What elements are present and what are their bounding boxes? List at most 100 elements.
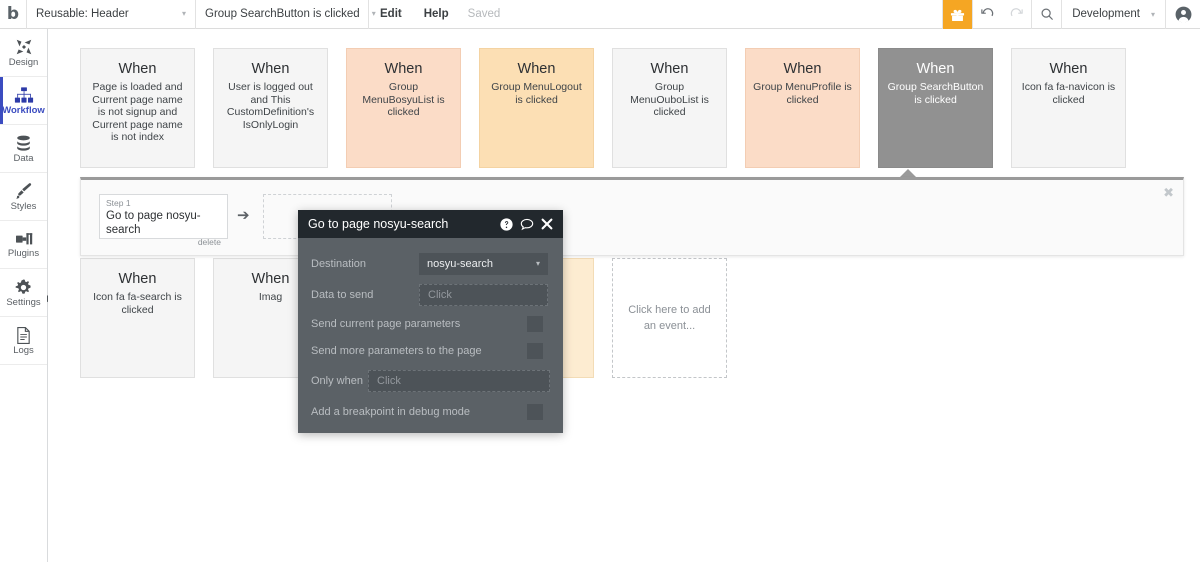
sidebar-item-label: Logs (13, 344, 34, 356)
redo-icon[interactable] (1002, 0, 1031, 29)
action-properties-modal: Go to page nosyu-search Destination nosy… (298, 210, 563, 433)
breakpoint-row: Add a breakpoint in debug mode (311, 398, 550, 425)
event-card-title: When (118, 61, 157, 77)
event-card-selected[interactable]: When Group SearchButton is clicked (878, 48, 993, 168)
send-current-params-label: Send current page parameters (311, 317, 461, 330)
event-card-title: When (251, 61, 290, 77)
sidebar-item-design[interactable]: Design (0, 29, 47, 77)
chevron-down-icon: ▾ (181, 9, 186, 18)
event-card-title: When (916, 61, 955, 77)
close-icon[interactable] (541, 218, 553, 230)
sidebar-item-label: Data (13, 152, 34, 164)
event-card-title: When (118, 271, 157, 287)
sidebar-item-label: Workflow (2, 104, 45, 116)
sidebar-item-data[interactable]: Data (0, 125, 47, 173)
send-current-params-row: Send current page parameters (311, 310, 550, 337)
modal-body: Destination nosyu-search ▾ Data to send … (298, 238, 563, 425)
design-icon (14, 37, 34, 57)
send-current-params-checkbox[interactable] (527, 315, 543, 332)
modal-title: Go to page nosyu-search (308, 217, 449, 231)
send-more-params-checkbox[interactable] (527, 342, 543, 359)
destination-row: Destination nosyu-search ▾ (311, 248, 550, 279)
comment-icon[interactable] (520, 218, 534, 231)
destination-value: nosyu-search (427, 257, 494, 270)
plugins-icon (14, 230, 34, 248)
avatar[interactable] (1166, 0, 1200, 29)
page-selector-label: Reusable: Header (36, 8, 129, 20)
sidebar-item-settings[interactable]: Settings (0, 269, 47, 317)
add-event-label: Click here to add an event... (628, 304, 711, 332)
send-more-params-label: Send more parameters to the page (311, 344, 482, 357)
event-card-title: When (251, 271, 290, 287)
sidebar-item-plugins[interactable]: Plugins (0, 221, 47, 269)
page-selector-dropdown[interactable]: Reusable: Header ▾ (27, 0, 195, 29)
event-card[interactable]: When User is logged out and This CustomD… (213, 48, 328, 168)
sidebar-item-label: Design (8, 57, 39, 69)
undo-icon[interactable] (973, 0, 1002, 29)
step-number: Step 1 (106, 198, 131, 208)
event-card[interactable]: When Page is loaded and Current page nam… (80, 48, 195, 168)
event-card[interactable]: When Group MenuBosyuList is clicked (346, 48, 461, 168)
breakpoint-checkbox[interactable] (527, 403, 543, 420)
sidebar-item-logs[interactable]: Logs (0, 317, 47, 365)
event-card-title: When (650, 61, 689, 77)
event-card-subtitle: Icon fa fa-navicon is clicked (1021, 81, 1116, 106)
event-card-subtitle: User is logged out and This CustomDefini… (226, 81, 315, 131)
event-card-subtitle: Page is loaded and Current page name is … (92, 81, 183, 144)
destination-select[interactable]: nosyu-search ▾ (419, 252, 548, 275)
help-icon[interactable] (500, 217, 513, 231)
send-more-params-row: Send more parameters to the page (311, 337, 550, 364)
event-card-subtitle: Group MenuOuboList is clicked (630, 81, 709, 119)
edit-menu-button[interactable]: Edit (369, 0, 413, 29)
event-card-subtitle: Group MenuBosyuList is clicked (362, 81, 445, 119)
event-card[interactable]: When Icon fa fa-navicon is clicked (1011, 48, 1126, 168)
event-card-title: When (384, 61, 423, 77)
workflow-selector-dropdown[interactable]: Group SearchButton is clicked ▾ (196, 0, 376, 29)
event-card-title: When (1049, 61, 1088, 77)
chevron-down-icon: ▾ (1150, 9, 1155, 19)
arrow-right-icon: ➔ (237, 207, 250, 224)
sidebar-item-label: Settings (6, 296, 41, 308)
event-card-subtitle: Group SearchButton is clicked (887, 81, 984, 106)
bubble-logo[interactable]: b (0, 0, 26, 29)
top-bar: b Reusable: Header ▾ Group SearchButton … (0, 0, 1200, 29)
breakpoint-label: Add a breakpoint in debug mode (311, 405, 471, 418)
event-row-top: When Page is loaded and Current page nam… (80, 48, 1144, 168)
workflow-step-card[interactable]: Step 1 Go to page nosyu-search delete (99, 194, 228, 247)
styles-icon (14, 181, 34, 201)
left-sidebar: Design Workflow Data Styles Plugins Sett… (0, 29, 54, 562)
only-when-input[interactable]: Click (368, 370, 550, 392)
data-to-send-label: Data to send (311, 288, 374, 301)
environment-label: Development (1072, 8, 1140, 20)
event-card[interactable]: When Group MenuOuboList is clicked (612, 48, 727, 168)
save-status-label: Saved (467, 8, 501, 20)
sidebar-item-styles[interactable]: Styles (0, 173, 47, 221)
close-icon[interactable]: ✖ (1163, 186, 1174, 199)
add-event-placeholder[interactable]: Click here to add an event... (612, 258, 727, 378)
step-title: Go to page nosyu-search (106, 210, 201, 236)
chevron-down-icon: ▾ (535, 259, 540, 268)
workflow-selector-label: Group SearchButton is clicked (205, 8, 360, 20)
sidebar-item-label: Styles (10, 201, 37, 213)
environment-selector[interactable]: Development ▾ (1062, 0, 1165, 29)
sidebar-item-label: Plugins (7, 248, 40, 260)
data-icon (14, 134, 33, 153)
only-when-row: Only when Click (311, 364, 550, 398)
panel-pointer-triangle (900, 169, 916, 177)
event-card[interactable]: When Group MenuLogout is clicked (479, 48, 594, 168)
gift-icon[interactable] (943, 0, 973, 29)
data-to-send-input[interactable]: Click (419, 283, 548, 306)
sidebar-item-workflow[interactable]: Workflow (0, 77, 47, 125)
workflow-steps-panel: ✖ Step 1 Go to page nosyu-search delete … (80, 177, 1184, 256)
search-icon[interactable] (1032, 0, 1061, 29)
event-card-subtitle: Imag (258, 291, 283, 303)
event-card[interactable]: When Group MenuProfile is clicked (745, 48, 860, 168)
only-when-label: Only when (311, 375, 363, 387)
data-to-send-row: Data to send Click (311, 279, 550, 310)
workflow-canvas: When Page is loaded and Current page nam… (48, 29, 1200, 562)
event-card-title: When (783, 61, 822, 77)
help-menu-button[interactable]: Help (413, 0, 460, 29)
event-card-title: When (517, 61, 556, 77)
event-card[interactable]: When Icon fa fa-search is clicked (80, 258, 195, 378)
step-delete-link[interactable]: delete (106, 237, 221, 248)
